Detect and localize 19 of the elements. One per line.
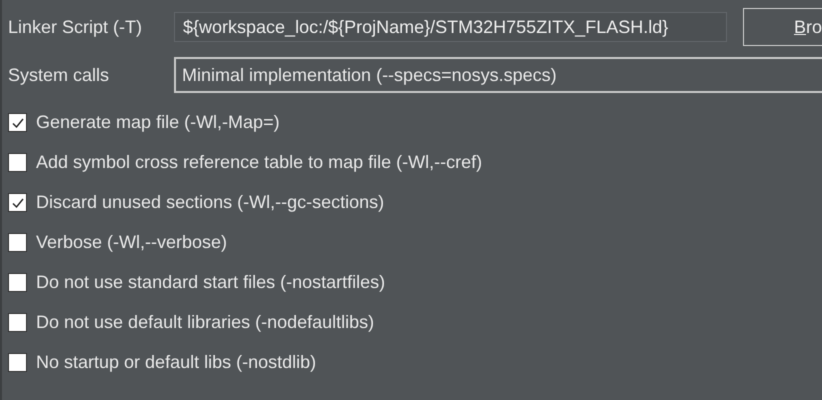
system-calls-dropdown[interactable]: Minimal implementation (--specs=nosys.specs)	[174, 57, 822, 93]
checkbox[interactable]	[8, 113, 27, 132]
linker-script-label: Linker Script (-T)	[8, 16, 144, 38]
browse-button[interactable]: Bro	[743, 8, 822, 46]
checkbox-label: Add symbol cross reference table to map file (-Wl,--cref)	[36, 152, 482, 173]
checkbox-label: Verbose (-Wl,--verbose)	[36, 232, 228, 253]
checkbox-label: Do not use default libraries (-nodefaultlibs)	[36, 312, 374, 333]
checkbox-label: Generate map file (-Wl,-Map=)	[36, 112, 280, 133]
checkbox[interactable]	[8, 353, 27, 372]
checkbox[interactable]	[8, 233, 27, 252]
checkbox-label: No startup or default libs (-nostdlib)	[36, 352, 316, 373]
checkbox-label: Discard unused sections (-Wl,--gc-sections)	[36, 192, 384, 213]
linker-script-field[interactable]: ${workspace_loc:/${ProjName}/STM32H755ZITX_FLASH.ld}	[174, 12, 727, 42]
system-calls-label: System calls	[8, 64, 110, 86]
checkbox-label: Do not use standard start files (-nostartfiles)	[36, 272, 386, 293]
checkbox[interactable]	[8, 153, 27, 172]
checkbox[interactable]	[8, 273, 27, 292]
checkbox[interactable]	[8, 313, 27, 332]
checkbox[interactable]	[8, 193, 27, 212]
